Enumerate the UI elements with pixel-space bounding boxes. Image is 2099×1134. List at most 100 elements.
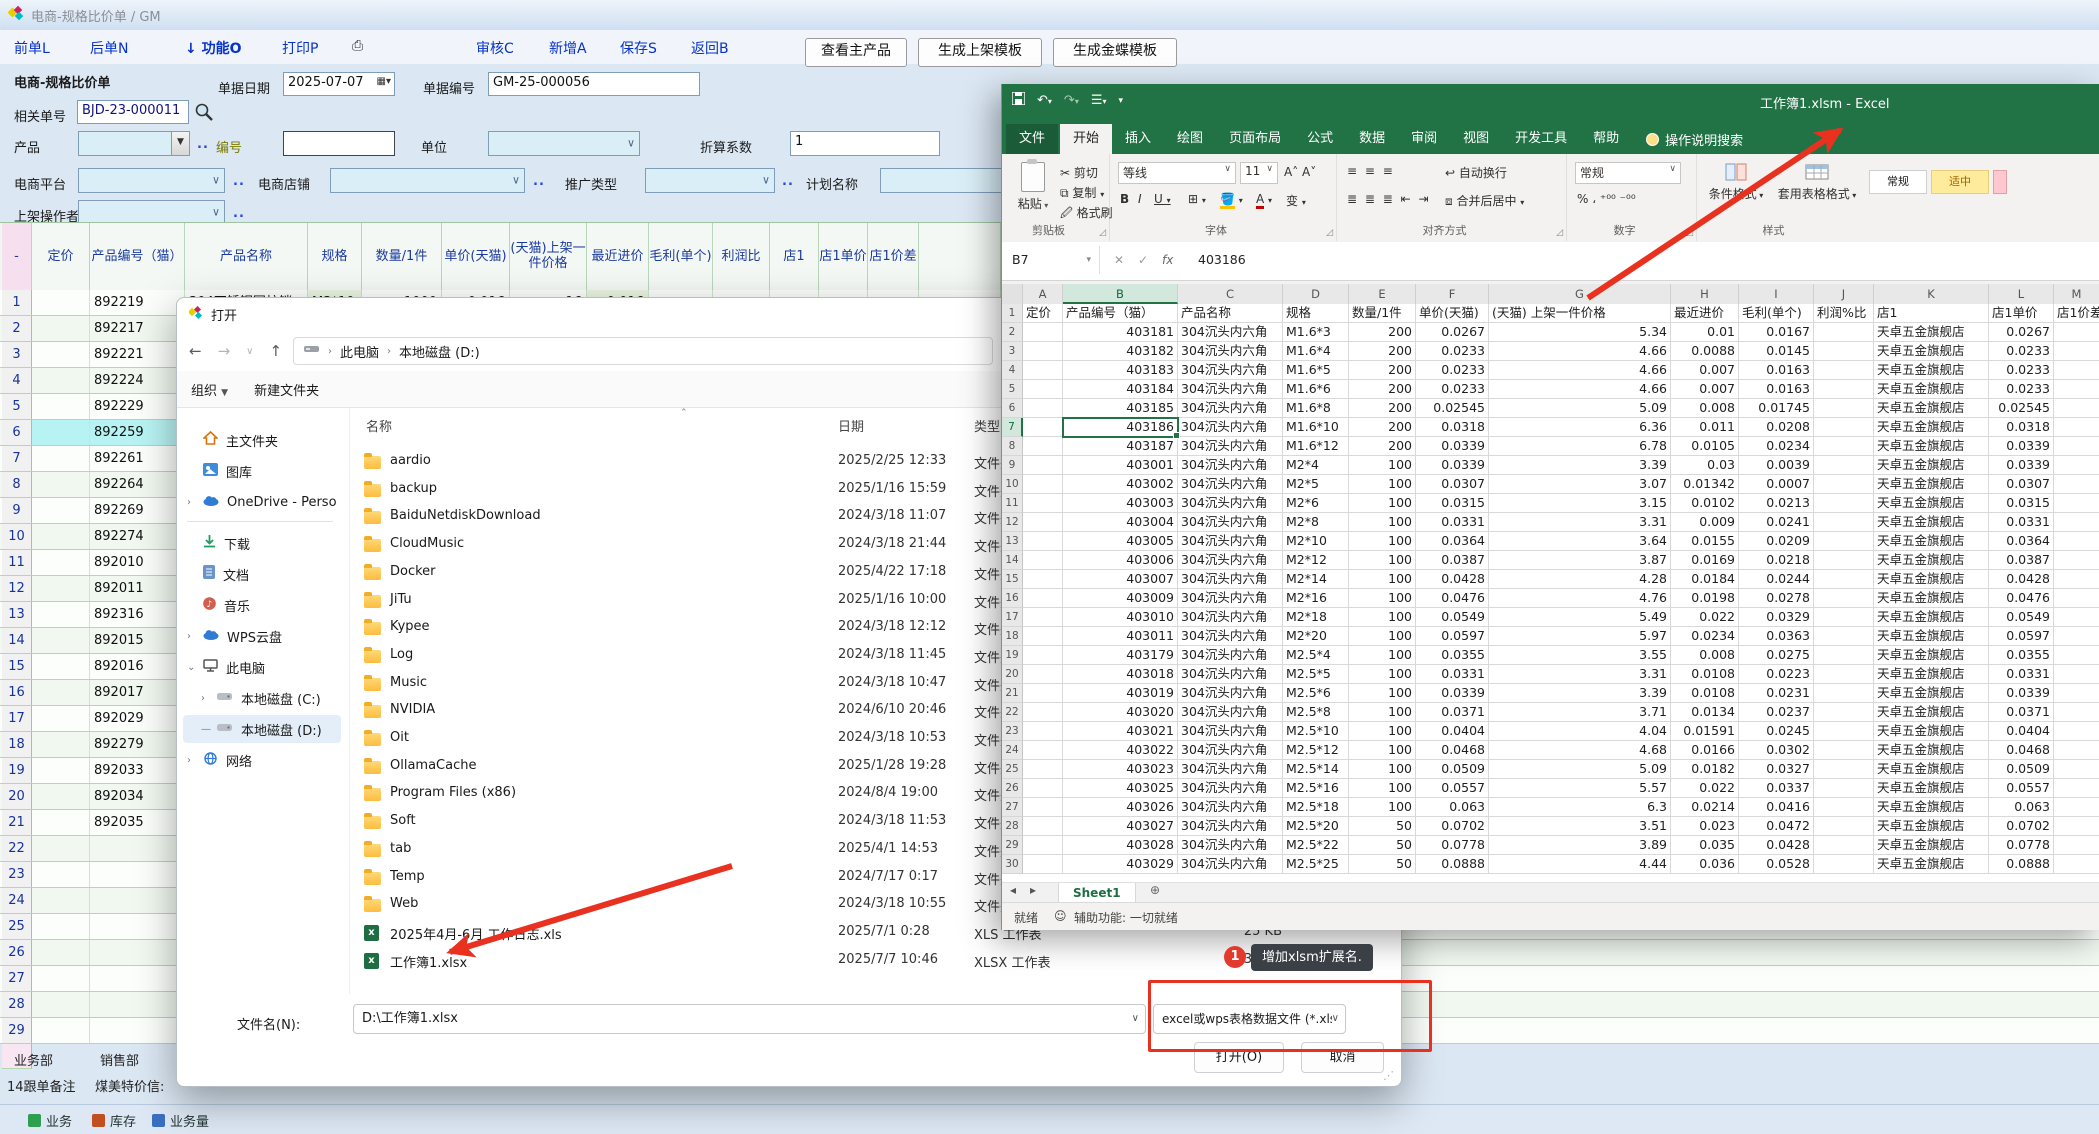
cell-G2[interactable]: 5.34: [1489, 323, 1671, 342]
cell-K30[interactable]: 天卓五金旗舰店: [1874, 855, 1989, 874]
organize-menu[interactable]: 组织 ▼: [191, 380, 228, 399]
cell-L25[interactable]: 0.0509: [1989, 760, 2054, 779]
cell-M7[interactable]: [2054, 418, 2099, 437]
cell-K21[interactable]: 天卓五金旗舰店: [1874, 684, 1989, 703]
erp-grid-header-cell[interactable]: 最近进价: [587, 223, 649, 291]
cell-L10[interactable]: 0.0307: [1989, 475, 2054, 494]
erp-grid-cell[interactable]: [32, 368, 90, 393]
select-all-corner[interactable]: [1002, 284, 1023, 304]
cell-F3[interactable]: 0.0233: [1416, 342, 1489, 361]
cell-A23[interactable]: [1023, 722, 1063, 741]
cell-K3[interactable]: 天卓五金旗舰店: [1874, 342, 1989, 361]
alignment-launcher-icon[interactable]: ◿: [1556, 228, 1563, 238]
cell-E16[interactable]: 100: [1349, 589, 1416, 608]
grow-font-icon[interactable]: A˄ A˅: [1284, 165, 1316, 179]
cell-G30[interactable]: 4.44: [1489, 855, 1671, 874]
cell-J13[interactable]: [1814, 532, 1874, 551]
cell-D13[interactable]: M2*10: [1283, 532, 1349, 551]
row-header-18[interactable]: 18: [1002, 627, 1023, 646]
sidebar-item-5[interactable]: ♪音乐: [183, 591, 341, 619]
cell-F13[interactable]: 0.0364: [1416, 532, 1489, 551]
insert-function-icon[interactable]: fx: [1162, 246, 1173, 274]
cell-K22[interactable]: 天卓五金旗舰店: [1874, 703, 1989, 722]
cell-L12[interactable]: 0.0331: [1989, 513, 2054, 532]
menu-item-right-0[interactable]: 审核C: [476, 38, 514, 58]
cell-E15[interactable]: 100: [1349, 570, 1416, 589]
sidebar-item-2[interactable]: ›OneDrive - Perso: [183, 488, 341, 516]
cell-C29[interactable]: 304沉头内六角: [1178, 836, 1283, 855]
cell-I18[interactable]: 0.0363: [1739, 627, 1814, 646]
cell-E13[interactable]: 100: [1349, 532, 1416, 551]
status-accessibility[interactable]: 辅助功能: 一切就绪: [1074, 909, 1178, 926]
cell-F29[interactable]: 0.0778: [1416, 836, 1489, 855]
cell-L22[interactable]: 0.0371: [1989, 703, 2054, 722]
cell-G19[interactable]: 3.55: [1489, 646, 1671, 665]
cell-J5[interactable]: [1814, 380, 1874, 399]
cell-E7[interactable]: 200: [1349, 418, 1416, 437]
cell-J10[interactable]: [1814, 475, 1874, 494]
product-more[interactable]: ..: [197, 137, 209, 152]
forward-icon[interactable]: →: [218, 342, 231, 360]
cell-L26[interactable]: 0.0557: [1989, 779, 2054, 798]
cell-K28[interactable]: 天卓五金旗舰店: [1874, 817, 1989, 836]
cell-F18[interactable]: 0.0597: [1416, 627, 1489, 646]
cell-I26[interactable]: 0.0337: [1739, 779, 1814, 798]
cell-K25[interactable]: 天卓五金旗舰店: [1874, 760, 1989, 779]
column-header-G[interactable]: G: [1489, 284, 1671, 304]
cell-G11[interactable]: 3.15: [1489, 494, 1671, 513]
erp-grid-cell[interactable]: [90, 888, 185, 913]
cell-I20[interactable]: 0.0223: [1739, 665, 1814, 684]
cell-J26[interactable]: [1814, 779, 1874, 798]
ribbon-tab-视图[interactable]: 视图: [1450, 124, 1502, 154]
cell-D15[interactable]: M2*14: [1283, 570, 1349, 589]
cell-B4[interactable]: 403183: [1063, 361, 1178, 380]
cell-M30[interactable]: [2054, 855, 2099, 874]
cell-K17[interactable]: 天卓五金旗舰店: [1874, 608, 1989, 627]
cell-D21[interactable]: M2.5*6: [1283, 684, 1349, 703]
cell-B23[interactable]: 403021: [1063, 722, 1178, 741]
menu-item-right-1[interactable]: 新增A: [549, 38, 587, 58]
cell-E1[interactable]: 数量/1件: [1349, 304, 1416, 323]
chevron-icon[interactable]: —: [201, 724, 211, 735]
cell-B8[interactable]: 403187: [1063, 437, 1178, 456]
cell-L17[interactable]: 0.0549: [1989, 608, 2054, 627]
cell-F1[interactable]: 单价(天猫): [1416, 304, 1489, 323]
erp-grid-cell[interactable]: 892217: [90, 316, 185, 341]
cell-D26[interactable]: M2.5*16: [1283, 779, 1349, 798]
code-input[interactable]: [283, 131, 395, 156]
cell-A19[interactable]: [1023, 646, 1063, 665]
cell-K2[interactable]: 天卓五金旗舰店: [1874, 323, 1989, 342]
cell-C8[interactable]: 304沉头内六角: [1178, 437, 1283, 456]
underline-button[interactable]: U ▾: [1154, 192, 1171, 206]
clipboard-launcher-icon[interactable]: ◿: [1099, 228, 1106, 238]
cell-D7[interactable]: M1.6*10: [1283, 418, 1349, 437]
cell-D24[interactable]: M2.5*12: [1283, 741, 1349, 760]
erp-grid-cell[interactable]: [32, 290, 90, 315]
cell-B10[interactable]: 403002: [1063, 475, 1178, 494]
redo-icon[interactable]: ↷▾: [1064, 93, 1079, 108]
number-format-select[interactable]: 常规∨: [1575, 162, 1681, 184]
cell-J18[interactable]: [1814, 627, 1874, 646]
cell-K4[interactable]: 天卓五金旗舰店: [1874, 361, 1989, 380]
cell-C9[interactable]: 304沉头内六角: [1178, 456, 1283, 475]
cell-K26[interactable]: 天卓五金旗舰店: [1874, 779, 1989, 798]
qat-customize-icon[interactable]: ▾: [1119, 96, 1124, 106]
cell-D9[interactable]: M2*4: [1283, 456, 1349, 475]
font-color-icon[interactable]: A ▾: [1256, 192, 1272, 206]
cell-E26[interactable]: 100: [1349, 779, 1416, 798]
shop-dropdown[interactable]: ∨: [330, 168, 525, 193]
resize-grip[interactable]: ⋰: [1383, 1069, 1395, 1082]
format-as-table-button[interactable]: 套用表格格式 ▾: [1775, 162, 1859, 202]
cell-G4[interactable]: 4.66: [1489, 361, 1671, 380]
cell-D16[interactable]: M2*16: [1283, 589, 1349, 608]
erp-row-number[interactable]: 14: [2, 628, 32, 653]
row-header-4[interactable]: 4: [1002, 361, 1023, 380]
ref-input[interactable]: BJD-23-000011: [77, 100, 189, 124]
cell-D19[interactable]: M2.5*4: [1283, 646, 1349, 665]
erp-row-number[interactable]: 11: [2, 550, 32, 575]
save-icon[interactable]: [1012, 92, 1025, 109]
erp-grid-header-cell[interactable]: 定价: [32, 223, 90, 291]
ribbon-tab-帮助[interactable]: 帮助: [1580, 124, 1632, 154]
fill-color-icon[interactable]: 🪣 ▾: [1220, 192, 1243, 206]
cell-M25[interactable]: [2054, 760, 2099, 779]
